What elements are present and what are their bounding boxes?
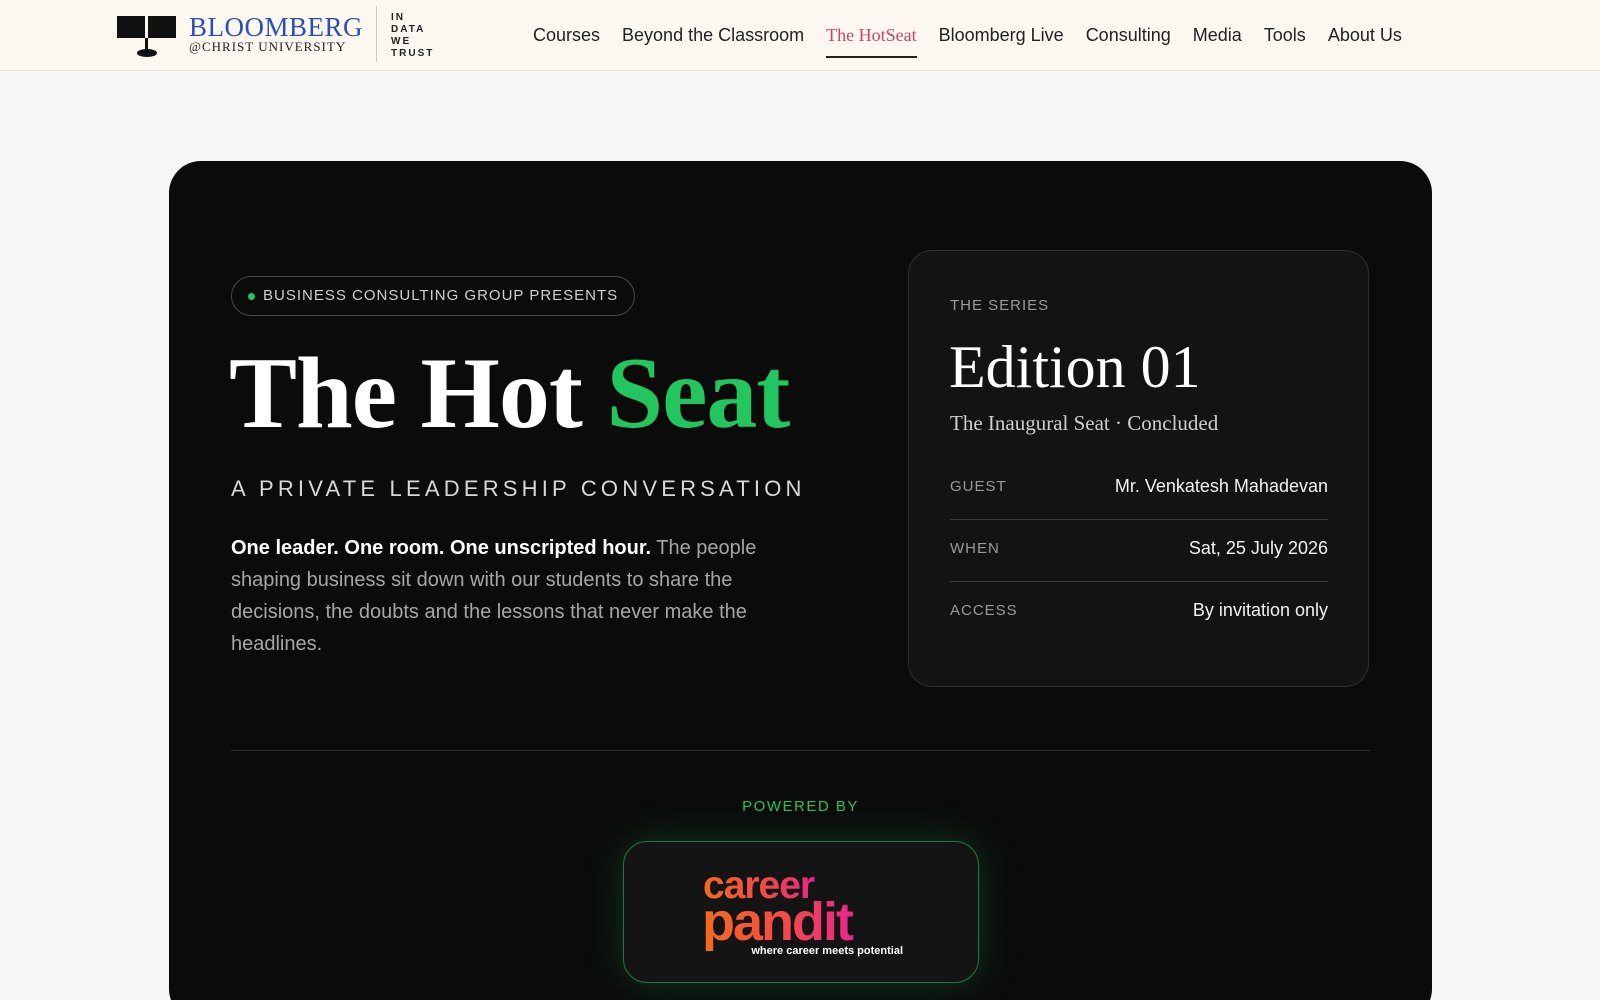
page-title: The Hot Seat <box>229 337 790 450</box>
nav-item-bloomberg-live[interactable]: Bloomberg Live <box>939 22 1064 52</box>
info-value: By invitation only <box>1192 600 1328 620</box>
powered-by-label: POWERED BY <box>742 798 859 815</box>
series-row-when: WHEN Sat, 25 July 2026 <box>950 520 1328 582</box>
section-divider <box>231 750 1370 751</box>
info-key: ACCESS <box>950 602 1018 619</box>
logo-line2: pandit <box>702 892 854 952</box>
series-card: THE SERIES Edition 01 The Inaugural Seat… <box>908 250 1369 687</box>
motto-line: IN <box>391 12 406 23</box>
brand-wordmark: BLOOMBERG @CHRIST UNIVERSITY <box>189 12 364 55</box>
nav-item-about-us[interactable]: About Us <box>1328 22 1402 52</box>
logo-tagline: where career meets potential <box>750 945 903 957</box>
info-value: Sat, 25 July 2026 <box>1188 538 1328 558</box>
motto-line: WE <box>391 36 412 47</box>
info-value: Mr. Venkatesh Mahadevan <box>1114 476 1328 496</box>
careerpandit-logo: career pandit where career meets potenti… <box>702 864 903 957</box>
series-label: THE SERIES <box>950 297 1050 314</box>
bloomberg-terminal-icon <box>117 16 177 60</box>
page-title-main: The Hot <box>229 337 607 450</box>
series-row-access: ACCESS By invitation only <box>950 582 1328 644</box>
brand-title: BLOOMBERG <box>189 12 364 42</box>
info-key: WHEN <box>950 540 1000 557</box>
hero-description-lead: One leader. One room. One unscripted hou… <box>231 537 652 559</box>
hero-description: One leader. One room. One unscripted hou… <box>231 532 771 660</box>
sponsor-card[interactable]: career pandit where career meets potenti… <box>623 841 979 983</box>
brand-motto: IN DATA WE TRUST <box>391 12 434 60</box>
motto-line: DATA <box>391 24 426 35</box>
hero-card: BUSINESS CONSULTING GROUP PRESENTS The H… <box>169 161 1432 1000</box>
page-title-accent: Seat <box>606 337 790 450</box>
top-navbar: BLOOMBERG @CHRIST UNIVERSITY IN DATA WE … <box>0 0 1600 71</box>
presenter-badge-label: BUSINESS CONSULTING GROUP PRESENTS <box>263 287 619 304</box>
nav-item-media[interactable]: Media <box>1193 22 1242 52</box>
page-subtitle: A PRIVATE LEADERSHIP CONVERSATION <box>231 476 806 501</box>
series-subtitle: The Inaugural Seat · Concluded <box>950 411 1219 435</box>
motto-line: TRUST <box>391 48 435 59</box>
nav-item-courses[interactable]: Courses <box>533 22 600 52</box>
info-key: GUEST <box>950 478 1007 495</box>
nav-item-beyond-the-classroom[interactable]: Beyond the Classroom <box>622 22 804 52</box>
presenter-badge: BUSINESS CONSULTING GROUP PRESENTS <box>231 276 636 316</box>
brand-logo[interactable]: BLOOMBERG @CHRIST UNIVERSITY IN DATA WE … <box>117 6 434 62</box>
nav-item-consulting[interactable]: Consulting <box>1086 22 1171 52</box>
series-title: Edition 01 <box>949 334 1201 400</box>
nav-item-tools[interactable]: Tools <box>1264 22 1306 52</box>
brand-divider <box>376 6 378 62</box>
status-dot-icon <box>248 293 255 300</box>
series-row-guest: GUEST Mr. Venkatesh Mahadevan <box>950 458 1328 520</box>
nav-item-the-hotseat[interactable]: The HotSeat <box>826 22 918 58</box>
main-nav: Courses Beyond the Classroom The HotSeat… <box>533 22 1424 58</box>
brand-subtitle: @CHRIST UNIVERSITY <box>189 39 347 54</box>
